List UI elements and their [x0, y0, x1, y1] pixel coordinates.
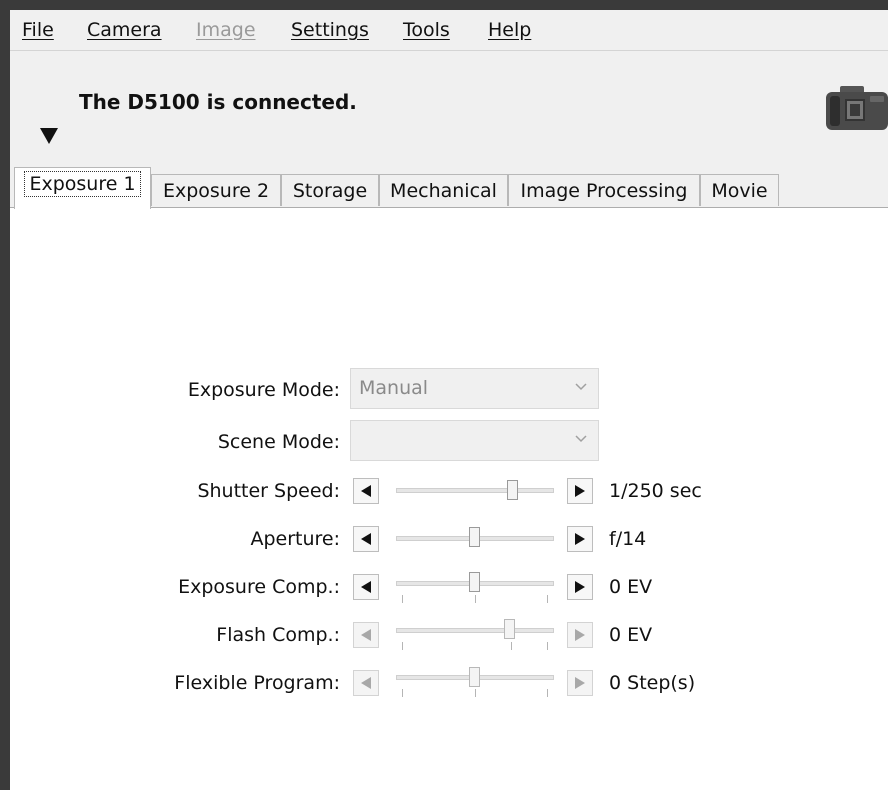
exposure-comp-slider-thumb[interactable]: [469, 572, 480, 592]
flexible-program-slider-thumb[interactable]: [469, 667, 480, 687]
chevron-down-icon: [575, 435, 587, 443]
aperture-slider-thumb[interactable]: [469, 527, 480, 547]
flash-comp-value: 0 EV: [609, 624, 653, 646]
arrow-right-icon: [575, 677, 585, 689]
arrow-right-icon: [575, 629, 585, 641]
menu-file[interactable]: File: [22, 19, 54, 41]
triangle-down-icon[interactable]: [39, 127, 59, 150]
flash-comp-increase-button[interactable]: [567, 622, 593, 648]
chevron-down-icon: [575, 383, 587, 391]
camera-icon: [824, 84, 888, 132]
flash-comp-slider-track[interactable]: [396, 628, 554, 633]
arrow-left-icon: [361, 533, 371, 545]
slider-tick: [547, 642, 548, 650]
slider-tick: [402, 595, 403, 603]
connection-status: The D5100 is connected.: [79, 90, 357, 114]
scene-mode-select[interactable]: [350, 420, 599, 461]
exposure-comp-label: Exposure Comp.:: [178, 576, 340, 598]
menu-image: Image: [196, 19, 256, 41]
flash-comp-slider-thumb[interactable]: [504, 619, 515, 639]
exposure-mode-value: Manual: [359, 377, 429, 399]
arrow-left-icon: [361, 581, 371, 593]
arrow-right-icon: [575, 533, 585, 545]
menu-bar: File Camera Image Settings Tools Help: [10, 10, 888, 51]
slider-tick: [402, 642, 403, 650]
flexible-program-decrease-button[interactable]: [353, 670, 379, 696]
tab-exposure-2[interactable]: Exposure 2: [151, 174, 281, 206]
aperture-increase-button[interactable]: [567, 526, 593, 552]
flexible-program-value: 0 Step(s): [609, 672, 696, 694]
tab-image-processing[interactable]: Image Processing: [508, 174, 700, 206]
slider-tick: [511, 642, 512, 650]
exposure-1-panel: Exposure Mode: Manual Scene Mode: Shutte…: [10, 208, 888, 790]
shutter-speed-increase-button[interactable]: [567, 478, 593, 504]
aperture-label: Aperture:: [250, 528, 340, 550]
aperture-decrease-button[interactable]: [353, 526, 379, 552]
slider-tick: [547, 689, 548, 697]
app-window: File Camera Image Settings Tools Help Th…: [10, 10, 888, 790]
exposure-mode-select[interactable]: Manual: [350, 368, 599, 409]
menu-settings[interactable]: Settings: [291, 19, 369, 41]
arrow-left-icon: [361, 629, 371, 641]
tab-movie[interactable]: Movie: [700, 174, 779, 206]
tab-storage[interactable]: Storage: [281, 174, 379, 206]
arrow-right-icon: [575, 581, 585, 593]
exposure-comp-value: 0 EV: [609, 576, 653, 598]
slider-tick: [402, 689, 403, 697]
shutter-speed-label: Shutter Speed:: [197, 480, 340, 502]
exposure-comp-decrease-button[interactable]: [353, 574, 379, 600]
slider-tick: [475, 689, 476, 697]
tab-label: Exposure 1: [24, 171, 141, 197]
menu-help[interactable]: Help: [488, 19, 531, 41]
exposure-comp-increase-button[interactable]: [567, 574, 593, 600]
scene-mode-label: Scene Mode:: [217, 431, 340, 453]
tab-exposure-1[interactable]: Exposure 1: [14, 167, 151, 209]
flash-comp-label: Flash Comp.:: [216, 624, 340, 646]
arrow-left-icon: [361, 485, 371, 497]
arrow-left-icon: [361, 677, 371, 689]
slider-tick: [475, 595, 476, 603]
exposure-mode-label: Exposure Mode:: [187, 379, 340, 401]
slider-tick: [547, 595, 548, 603]
arrow-right-icon: [575, 485, 585, 497]
flexible-program-label: Flexible Program:: [174, 672, 340, 694]
shutter-speed-decrease-button[interactable]: [353, 478, 379, 504]
menu-tools[interactable]: Tools: [403, 19, 450, 41]
shutter-speed-slider-track[interactable]: [396, 488, 554, 493]
shutter-speed-value: 1/250 sec: [609, 480, 702, 502]
aperture-value: f/14: [609, 528, 647, 550]
menu-camera[interactable]: Camera: [87, 19, 162, 41]
flash-comp-decrease-button[interactable]: [353, 622, 379, 648]
shutter-speed-slider-thumb[interactable]: [507, 480, 518, 500]
flexible-program-increase-button[interactable]: [567, 670, 593, 696]
tab-mechanical[interactable]: Mechanical: [379, 174, 508, 206]
